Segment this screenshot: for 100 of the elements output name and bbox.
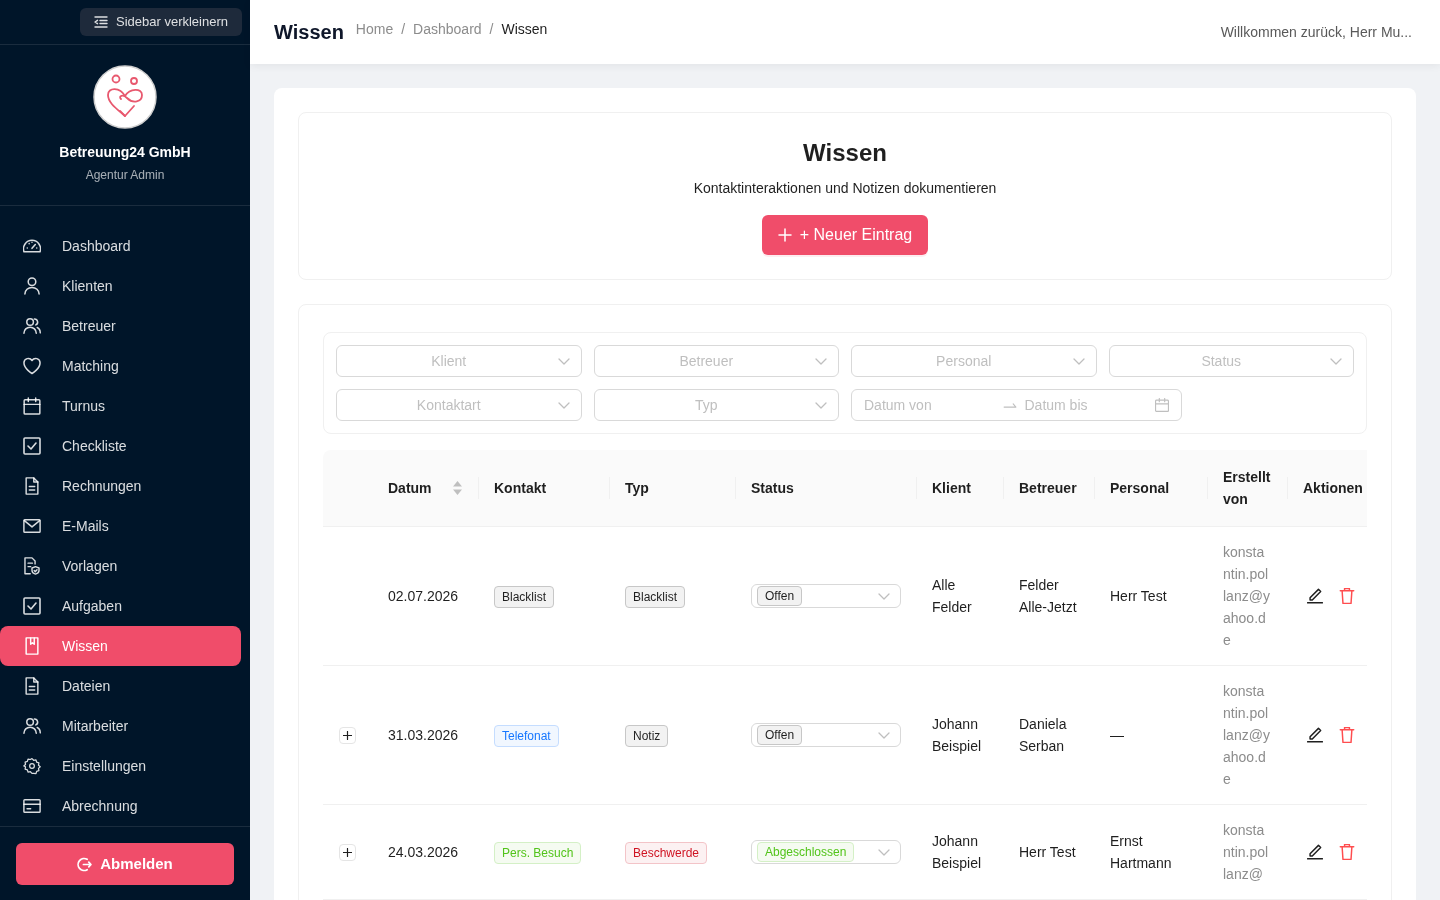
delete-button[interactable]: [1339, 588, 1355, 604]
delete-button[interactable]: [1339, 844, 1355, 860]
filter-select[interactable]: Klient: [336, 345, 582, 377]
date-cell: 31.03.2026: [372, 665, 478, 805]
sidebar-item[interactable]: Klienten: [0, 266, 241, 306]
client-cell: Alle Felder: [916, 526, 1003, 666]
staff-cell: —: [1094, 665, 1207, 805]
type-tag: Beschwerde: [625, 841, 708, 864]
document-icon: [23, 477, 41, 495]
edit-button[interactable]: [1307, 727, 1323, 743]
creator-cell: konstantin.pollanz@yahoo.de: [1207, 665, 1287, 805]
staff-cell: Herr Test: [1094, 526, 1207, 666]
column-header: Typ: [625, 479, 649, 498]
contact-tag: Telefonat: [494, 724, 559, 747]
state-tag: Offen: [757, 725, 803, 745]
logout-icon: [77, 856, 93, 872]
document-icon: [23, 677, 41, 695]
sidebar-item[interactable]: Betreuer: [0, 306, 241, 346]
gauge-icon: [23, 237, 41, 255]
column-header: Klient: [932, 479, 971, 498]
sidebar-item[interactable]: Dashboard: [0, 226, 241, 266]
heart-icon: [23, 357, 41, 375]
state-tag: Abgeschlossen: [757, 842, 855, 862]
type-tag: Blacklist: [625, 585, 685, 608]
date-cell: 02.07.2026: [372, 526, 478, 666]
date-from-input[interactable]: Datum von: [864, 395, 995, 415]
edit-button[interactable]: [1307, 588, 1323, 604]
expand-button[interactable]: [339, 726, 356, 744]
date-to-input[interactable]: Datum bis: [1024, 395, 1155, 415]
sidebar-item[interactable]: Aufgaben: [0, 586, 241, 626]
client-cell: Johann Beispiel: [916, 665, 1003, 805]
users-icon: [23, 717, 41, 735]
caregiver-cell: Herr Test: [1003, 804, 1094, 900]
mail-icon: [23, 517, 41, 535]
chevron-down-icon: [557, 358, 570, 365]
trash-icon: [1339, 844, 1355, 860]
company-name: Betreuung24 GmbH: [59, 143, 191, 162]
page-title: Wissen: [274, 20, 344, 45]
logout-button[interactable]: Abmelden: [16, 843, 234, 885]
expand-button[interactable]: [339, 843, 356, 861]
column-header: Betreuer: [1019, 479, 1077, 498]
state-dropdown[interactable]: Offen: [751, 584, 901, 608]
sidebar-item[interactable]: Dateien: [0, 666, 241, 706]
sidebar-item[interactable]: Turnus: [0, 386, 241, 426]
plus-icon: [343, 847, 352, 857]
breadcrumb-item[interactable]: Dashboard: [413, 18, 482, 40]
filter-select[interactable]: Betreuer: [593, 345, 839, 377]
trash-icon: [1339, 727, 1355, 743]
heart-logo-icon: [93, 65, 157, 129]
chevron-down-icon: [1330, 358, 1342, 365]
column-header: Aktionen: [1303, 479, 1363, 498]
company-role: Agentur Admin: [85, 167, 165, 184]
filter-select[interactable]: Personal: [851, 345, 1097, 377]
filter-select[interactable]: Typ: [593, 389, 839, 421]
contact-tag: Blacklist: [494, 585, 554, 608]
calendar-icon: [23, 397, 41, 415]
sidebar-item[interactable]: Mitarbeiter: [0, 706, 241, 746]
column-header: Erstellt von: [1223, 468, 1271, 509]
user-icon: [23, 277, 41, 295]
sidebar-item[interactable]: Einstellungen: [0, 746, 241, 786]
sidebar-item[interactable]: Abrechnung: [0, 786, 241, 826]
column-header: Personal: [1110, 479, 1170, 498]
collapse-sidebar-button[interactable]: Sidebar verkleinern: [80, 8, 242, 36]
settings-icon: [23, 757, 41, 775]
chevron-down-icon: [557, 402, 570, 409]
chevron-down-icon: [878, 592, 890, 600]
welcome-text: Willkommen zurück, Herr Mu...: [1220, 23, 1412, 42]
creator-cell: konstantin.pollanz@: [1207, 804, 1287, 900]
column-header: Status: [751, 479, 794, 498]
sidebar-item[interactable]: Rechnungen: [0, 466, 241, 506]
chevron-down-icon: [878, 848, 890, 856]
credit-card-icon: [23, 797, 41, 815]
sidebar-item[interactable]: Vorlagen: [0, 546, 241, 586]
chevron-down-icon: [1072, 358, 1085, 365]
state-tag: Offen: [757, 586, 803, 606]
caregiver-cell: Felder Alle-Jetzt: [1003, 526, 1094, 666]
sidebar-item[interactable]: E-Mails: [0, 506, 241, 546]
edit-button[interactable]: [1307, 844, 1323, 860]
menu-fold-icon: [94, 16, 108, 28]
delete-button[interactable]: [1339, 727, 1355, 743]
sidebar-item[interactable]: Matching: [0, 346, 241, 386]
breadcrumb-item: Wissen: [501, 20, 548, 39]
new-entry-button[interactable]: + Neuer Eintrag: [761, 215, 929, 255]
users-icon: [23, 317, 41, 335]
chevron-down-icon: [878, 731, 890, 739]
caregiver-cell: Daniela Serban: [1003, 665, 1094, 805]
breadcrumb-separator: /: [489, 20, 494, 39]
section-title: Wissen: [803, 138, 887, 168]
sidebar-item[interactable]: Wissen: [0, 626, 241, 666]
sidebar-item[interactable]: Checkliste: [0, 426, 241, 466]
state-dropdown[interactable]: Offen: [751, 723, 901, 747]
plus-icon: [777, 228, 792, 242]
check-square-icon: [23, 437, 41, 455]
creator-cell: konstantin.pollanz@yahoo.de: [1207, 526, 1287, 666]
chevron-down-icon: [815, 402, 827, 409]
filter-select[interactable]: Kontaktart: [336, 389, 582, 421]
filter-select[interactable]: Status: [1108, 345, 1354, 377]
chevron-down-icon: [815, 358, 827, 365]
pencil-icon: [1307, 844, 1323, 860]
breadcrumb-separator: /: [401, 20, 406, 39]
